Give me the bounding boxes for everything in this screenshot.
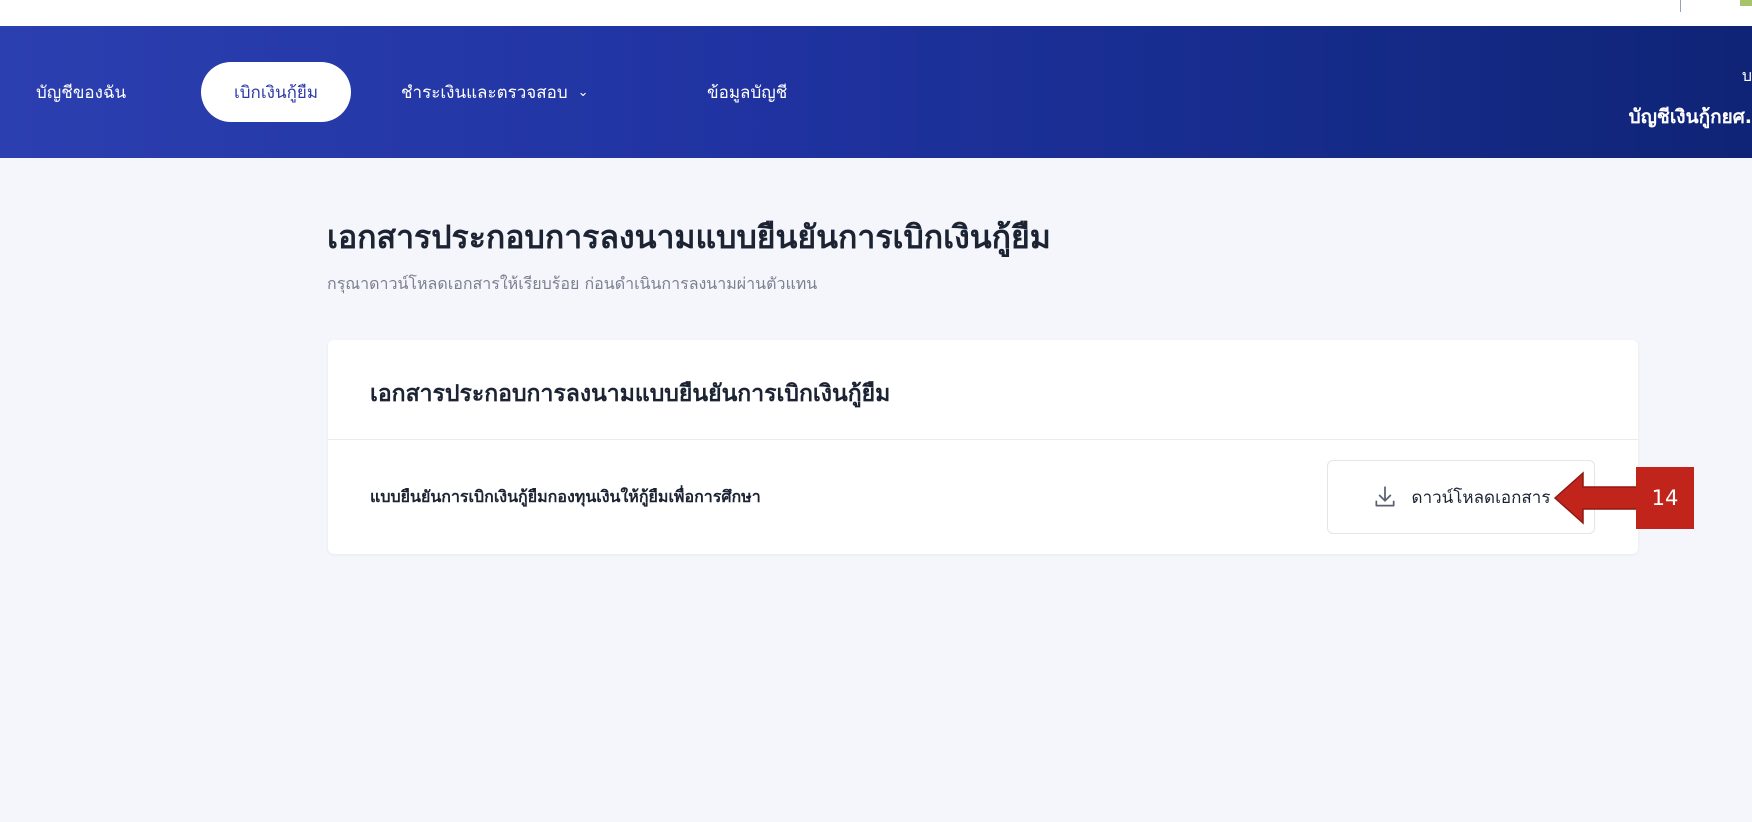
page-title: เอกสารประกอบการลงนามแบบยืนยันการเบิกเงิน… — [327, 218, 1051, 256]
account-name[interactable]: บัญชีเงินกู้กยศ. — [1629, 102, 1752, 132]
download-button-label: ดาวน์โหลดเอกสาร — [1411, 487, 1551, 508]
step-number-badge: 14 — [1636, 467, 1694, 529]
nav-payment-verify[interactable]: ชำระเงินและตรวจสอบ ⌄ — [401, 26, 589, 158]
nav-account-info-label: ข้อมูลบัญชี — [707, 82, 788, 103]
window-edge-line — [1680, 0, 1681, 12]
top-navbar: บัญชีของฉัน เบิกเงินกู้ยืม ชำระเงินและตร… — [0, 26, 1752, 158]
download-icon — [1374, 486, 1395, 507]
card-title: เอกสารประกอบการลงนามแบบยืนยันการเบิกเงิน… — [370, 381, 891, 407]
document-label: แบบยืนยันการเบิกเงินกู้ยืมกองทุนเงินให้ก… — [370, 487, 761, 506]
account-greeting: บ — [1741, 66, 1752, 85]
nav-account-info[interactable]: ข้อมูลบัญชี — [707, 26, 787, 158]
card-header: เอกสารประกอบการลงนามแบบยืนยันการเบิกเงิน… — [328, 340, 1638, 440]
top-strip — [0, 0, 1752, 26]
document-card: เอกสารประกอบการลงนามแบบยืนยันการเบิกเงิน… — [328, 340, 1638, 554]
nav-my-account-label: บัญชีของฉัน — [36, 82, 127, 103]
nav-loan-withdrawal-label: เบิกเงินกู้ยืม — [233, 82, 319, 103]
chevron-down-icon: ⌄ — [577, 84, 589, 100]
page-subtitle: กรุณาดาวน์โหลดเอกสารให้เรียบร้อย ก่อนดำเ… — [327, 274, 818, 293]
nav-payment-verify-label: ชำระเงินและตรวจสอบ — [401, 82, 568, 103]
window-corner-marker — [1740, 0, 1752, 6]
nav-loan-withdrawal-active[interactable]: เบิกเงินกู้ยืม — [201, 62, 351, 122]
nav-my-account[interactable]: บัญชีของฉัน — [36, 26, 126, 158]
callout-arrow-icon — [1553, 471, 1638, 525]
